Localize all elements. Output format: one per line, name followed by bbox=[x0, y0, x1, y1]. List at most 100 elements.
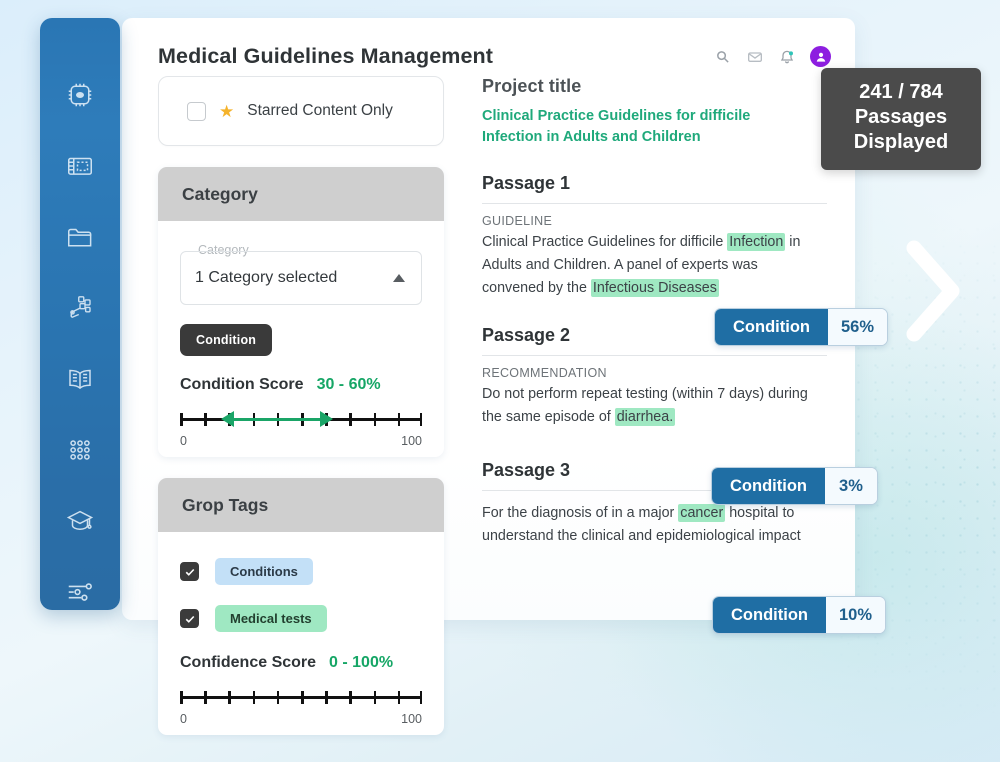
condition-score-value: 30 - 60% bbox=[316, 376, 381, 393]
category-select-value: 1 Category selected bbox=[195, 269, 338, 286]
condition-score-row: Condition Score 30 - 60% bbox=[180, 376, 422, 394]
starred-checkbox[interactable] bbox=[187, 101, 206, 121]
header-icons bbox=[714, 46, 831, 67]
passage-highlight: diarrhea. bbox=[614, 408, 676, 427]
category-select[interactable]: 1 Category selected bbox=[180, 251, 422, 305]
condition-badge-label: Condition bbox=[713, 597, 826, 633]
tag-pill-conditions: Conditions bbox=[215, 558, 313, 585]
passage-heading: Passage 1 bbox=[482, 172, 571, 193]
passage-highlight: cancer bbox=[678, 503, 726, 522]
passage-text: Clinical Practice Guidelines for diffici… bbox=[482, 231, 812, 300]
slider-tick bbox=[373, 413, 377, 426]
slider-tick bbox=[204, 691, 207, 704]
condition-slider-max-label: 100 bbox=[401, 434, 422, 448]
starred-content-filter[interactable]: ★ Starred Content Only bbox=[158, 76, 444, 146]
sidebar-item-processor[interactable] bbox=[61, 76, 99, 113]
sidebar-item-blueprint[interactable] bbox=[61, 147, 99, 184]
slider-selected-range bbox=[233, 418, 326, 422]
next-page-button[interactable] bbox=[900, 236, 970, 351]
sidebar-item-training[interactable] bbox=[61, 502, 99, 539]
condition-badge-value: 3% bbox=[824, 468, 877, 504]
condition-badge-passage-1[interactable]: Condition 56% bbox=[714, 308, 889, 346]
tag-checkbox-medical-tests[interactable] bbox=[180, 609, 199, 628]
passage-highlight: Infection bbox=[727, 232, 786, 251]
condition-badge-value: 56% bbox=[827, 309, 888, 345]
sidebar bbox=[40, 18, 120, 610]
passage-text: For the diagnosis of in a major cancer h… bbox=[482, 502, 812, 548]
condition-score-slider[interactable]: 0 100 bbox=[180, 407, 422, 448]
slider-tick bbox=[349, 691, 352, 704]
mail-icon[interactable] bbox=[746, 48, 763, 65]
slider-handle-min[interactable] bbox=[221, 411, 235, 427]
confidence-score-slider[interactable]: 0 100 bbox=[180, 685, 422, 726]
slider-tick bbox=[204, 413, 207, 426]
filters-column: ★ Starred Content Only Category Category… bbox=[158, 76, 444, 735]
slider-handle-max[interactable] bbox=[320, 411, 334, 427]
passage-kicker: RECOMMENDATION bbox=[482, 366, 607, 381]
passage-kicker: GUIDELINE bbox=[482, 213, 553, 228]
slider-tick bbox=[301, 691, 304, 704]
slider-tick bbox=[419, 691, 422, 704]
sidebar-item-grid[interactable] bbox=[61, 431, 99, 468]
condition-badge-passage-2[interactable]: Condition 3% bbox=[711, 467, 878, 505]
sidebar-item-folder[interactable] bbox=[61, 218, 99, 255]
confidence-slider-min-label: 0 bbox=[180, 712, 187, 726]
selected-category-chip[interactable]: Condition bbox=[180, 324, 273, 356]
tooltip-line-3: Displayed bbox=[853, 131, 949, 154]
condition-slider-min-label: 0 bbox=[180, 434, 187, 448]
project-title: Clinical Practice Guidelines for diffici… bbox=[482, 108, 751, 145]
sidebar-item-library[interactable] bbox=[61, 360, 99, 397]
slider-tick bbox=[373, 691, 377, 704]
slider-tick bbox=[397, 413, 401, 426]
divider bbox=[482, 355, 827, 357]
condition-badge-passage-3[interactable]: Condition 10% bbox=[712, 596, 887, 634]
condition-score-label: Condition Score bbox=[180, 376, 304, 393]
confidence-score-row: Confidence Score 0 - 100% bbox=[180, 654, 422, 672]
confidence-score-label: Confidence Score bbox=[180, 654, 317, 671]
slider-tick bbox=[325, 691, 328, 704]
confidence-slider-max-label: 100 bbox=[401, 712, 422, 726]
slider-tick bbox=[180, 691, 183, 704]
condition-badge-label: Condition bbox=[715, 309, 828, 345]
starred-label: Starred Content Only bbox=[247, 102, 393, 119]
tooltip-line-2: Passages bbox=[854, 106, 948, 129]
category-panel-title: Category bbox=[158, 167, 444, 221]
category-panel: Category Category 1 Category selected Co… bbox=[158, 167, 444, 457]
divider bbox=[482, 202, 827, 204]
slider-tick bbox=[349, 413, 352, 426]
page-title: Medical Guidelines Management bbox=[158, 44, 494, 68]
confidence-score-value: 0 - 100% bbox=[329, 654, 394, 671]
passage-text-part: Clinical Practice Guidelines for diffici… bbox=[482, 233, 728, 250]
tag-pill-medical-tests: Medical tests bbox=[215, 605, 327, 632]
passage-text-part: For the diagnosis of in a major bbox=[482, 504, 679, 521]
condition-badge-value: 10% bbox=[825, 597, 886, 633]
sidebar-item-datasets[interactable] bbox=[61, 289, 99, 326]
passage-highlight: Infectious Diseases bbox=[590, 279, 719, 298]
condition-badge-label: Condition bbox=[712, 468, 825, 504]
star-icon: ★ bbox=[219, 101, 235, 121]
passage-block: Passage 1 GUIDELINE Clinical Practice Gu… bbox=[482, 173, 827, 300]
group-tags-panel: Grop Tags Conditions Medical tests Confi… bbox=[158, 478, 444, 735]
slider-tick bbox=[180, 413, 183, 426]
group-tags-panel-title: Grop Tags bbox=[158, 478, 444, 532]
slider-tick bbox=[252, 691, 256, 704]
tag-row-medical-tests[interactable]: Medical tests bbox=[180, 605, 422, 632]
sidebar-item-settings[interactable] bbox=[61, 573, 99, 610]
slider-tick bbox=[419, 413, 422, 426]
notification-bell-icon[interactable] bbox=[778, 48, 795, 65]
project-title-label: Project title bbox=[482, 76, 582, 96]
slider-tick bbox=[397, 691, 401, 704]
passage-text: Do not perform repeat testing (within 7 … bbox=[482, 383, 812, 429]
search-icon[interactable] bbox=[714, 48, 731, 65]
slider-tick bbox=[276, 691, 280, 704]
category-select-wrapper: Category 1 Category selected bbox=[180, 243, 422, 305]
avatar[interactable] bbox=[810, 46, 831, 67]
tag-row-conditions[interactable]: Conditions bbox=[180, 558, 422, 585]
chevron-right-icon bbox=[906, 240, 960, 342]
slider-tick bbox=[228, 691, 231, 704]
tooltip-count: 241 / 784 bbox=[859, 81, 943, 103]
tag-checkbox-conditions[interactable] bbox=[180, 562, 199, 581]
caret-up-icon bbox=[393, 274, 405, 282]
app-root: Medical Guidelines Management ★ Starred … bbox=[0, 0, 1000, 762]
passages-displayed-tooltip: 241 / 784 Passages Displayed bbox=[821, 68, 981, 170]
